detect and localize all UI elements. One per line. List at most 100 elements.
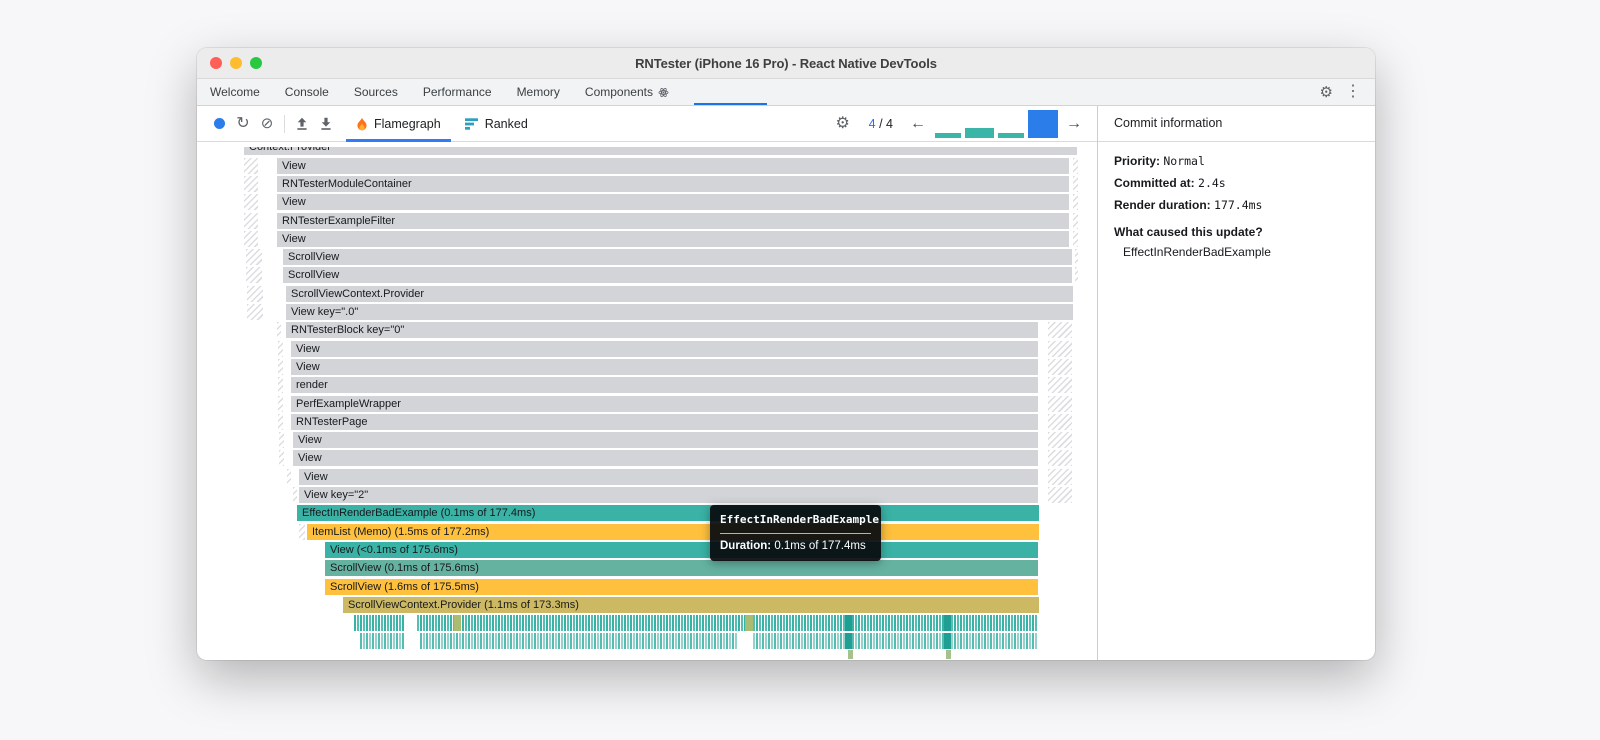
flame-hatch (246, 249, 262, 266)
next-commit-button[interactable]: → (1059, 115, 1089, 132)
flame-bar[interactable]: View (299, 468, 1038, 485)
tab-welcome[interactable]: Welcome (210, 79, 260, 105)
settings-gear-icon[interactable]: ⚙ (1320, 85, 1333, 100)
save-profile-button[interactable] (314, 112, 338, 136)
flame-hatch (1048, 358, 1072, 375)
tooltip-duration: Duration: 0.1ms of 177.4ms (720, 540, 866, 552)
devtools-window: RNTester (iPhone 16 Pro) - React Native … (197, 48, 1375, 660)
flame-hatch (1073, 212, 1078, 229)
tab-console[interactable]: Console (285, 79, 329, 105)
flame-hatch (278, 340, 283, 357)
commit-priority: Priority: Normal (1114, 154, 1205, 168)
flame-stripe-gap (737, 633, 752, 650)
record-icon (213, 118, 225, 129)
ranked-bars-icon (464, 117, 479, 130)
flame-hatch (244, 175, 258, 192)
zoom-button[interactable] (250, 57, 262, 69)
commit-selector (935, 109, 1058, 138)
tab-profiler-selected[interactable] (693, 79, 767, 105)
flame-hatch (246, 267, 262, 284)
record-button[interactable] (207, 112, 231, 136)
flame-bar[interactable]: ScrollViewContext.Provider (286, 285, 1073, 302)
react-atom-icon (658, 87, 669, 98)
flame-bar[interactable]: View (291, 358, 1038, 375)
load-profile-button[interactable] (290, 112, 314, 136)
flame-stripe-olive (745, 615, 753, 632)
commit-counter: 4 / 4 (868, 116, 893, 131)
flame-bar[interactable]: View (291, 340, 1038, 357)
flame-bar[interactable]: View (277, 230, 1069, 247)
flame-leaf-bar[interactable] (848, 649, 853, 659)
flame-hatch (247, 285, 263, 302)
flame-hatch (1048, 395, 1072, 412)
commit-bar[interactable] (935, 132, 961, 138)
tab-flamegraph[interactable]: Flamegraph (344, 106, 453, 142)
flame-hatch (277, 322, 281, 339)
profiler-settings-gear-icon[interactable]: ⚙ (831, 112, 855, 136)
flame-stripe-dark (845, 615, 852, 632)
flame-bar[interactable]: View key=".0" (286, 304, 1073, 320)
flame-bar[interactable]: View (293, 450, 1038, 467)
flame-bar[interactable]: PerfExampleWrapper (291, 395, 1038, 412)
flame-stripe-dark (944, 633, 951, 650)
flame-bar[interactable]: ScrollView (283, 249, 1072, 266)
flame-icon (356, 116, 368, 131)
flame-hatch (1073, 230, 1078, 247)
flame-bar[interactable]: ScrollView (0.1ms of 175.6ms) (325, 560, 1038, 577)
flamegraph-column: ↻ ⊘ Flamegraph Ranked ⚙ 4 / 4 ← → Effect… (197, 106, 1098, 660)
flame-hatch (278, 413, 283, 430)
flame-hatch (1048, 432, 1072, 449)
tab-components[interactable]: Components (585, 79, 669, 105)
flame-bar[interactable]: RNTesterPage (291, 413, 1038, 430)
profiler-panel: ↻ ⊘ Flamegraph Ranked ⚙ 4 / 4 ← → Effect… (197, 106, 1375, 660)
desktop-background: { "window": { "title": "RNTester (iPhone… (0, 0, 1600, 740)
devtools-tab-bar: Welcome Console Sources Performance Memo… (197, 79, 1375, 106)
flame-stripe-olive (454, 615, 461, 632)
flame-hatch (1048, 377, 1072, 394)
flame-bar[interactable]: RNTesterModuleContainer (277, 175, 1069, 192)
commit-bar[interactable] (965, 127, 994, 138)
flame-bar[interactable]: RNTesterBlock key="0" (286, 322, 1038, 339)
flame-bar[interactable]: RNTesterExampleFilter (277, 212, 1069, 229)
minimize-button[interactable] (230, 57, 242, 69)
tab-performance[interactable]: Performance (423, 79, 492, 105)
flame-bar[interactable]: View (<0.1ms of 175.6ms) (325, 541, 1038, 558)
clear-commits-button[interactable]: ⊘ (255, 112, 279, 136)
commit-bar[interactable] (998, 132, 1024, 138)
update-cause-component[interactable]: EffectInRenderBadExample (1114, 245, 1359, 259)
kebab-menu-icon[interactable]: ⋮ (1345, 84, 1361, 100)
flame-hatch (1073, 194, 1078, 211)
flame-bar[interactable]: ScrollViewContext.Provider (1.1ms of 173… (343, 596, 1039, 613)
flame-stripe-dark (944, 615, 951, 632)
close-button[interactable] (210, 57, 222, 69)
flame-stripe-row[interactable] (360, 633, 1038, 650)
commit-render-duration: Render duration: 177.4ms (1114, 198, 1263, 213)
flame-bar[interactable]: View key="2" (299, 487, 1038, 503)
flame-bar[interactable]: render (291, 377, 1038, 394)
flame-bar[interactable]: ScrollView (1.6ms of 175.5ms) (325, 578, 1038, 595)
flame-hatch (1048, 340, 1072, 357)
flame-bar[interactable]: View (293, 432, 1038, 449)
flame-leaf-bar[interactable] (946, 649, 951, 659)
tab-ranked[interactable]: Ranked (453, 106, 540, 142)
reload-profile-button[interactable]: ↻ (231, 112, 255, 136)
flame-bar[interactable]: View (277, 157, 1069, 174)
tab-memory[interactable]: Memory (517, 79, 560, 105)
flame-hatch (1075, 267, 1078, 284)
flame-hatch (1075, 249, 1078, 266)
flame-bar[interactable]: Context.Provider (244, 147, 1077, 156)
toolbar-divider (284, 114, 285, 133)
flame-bar[interactable]: ScrollView (283, 267, 1072, 284)
flame-bar[interactable]: ItemList (Memo) (1.5ms of 177.2ms) (307, 523, 1039, 540)
prev-commit-button[interactable]: ← (903, 115, 933, 132)
flame-hatch (1048, 413, 1072, 430)
commit-info-body: Priority: Normal Committed at: 2.4s Rend… (1098, 142, 1375, 272)
commit-bar-selected[interactable] (1028, 109, 1058, 138)
flame-bar[interactable]: EffectInRenderBadExample (0.1ms of 177.4… (297, 505, 1039, 522)
profiler-toolbar: ↻ ⊘ Flamegraph Ranked ⚙ 4 / 4 ← → (197, 106, 1097, 142)
commit-info-panel: Commit information Priority: Normal Comm… (1098, 106, 1375, 660)
tab-sources[interactable]: Sources (354, 79, 398, 105)
window-title: RNTester (iPhone 16 Pro) - React Native … (635, 55, 937, 71)
flame-bar[interactable]: View (277, 194, 1069, 211)
what-caused-label: What caused this update? (1114, 224, 1263, 239)
